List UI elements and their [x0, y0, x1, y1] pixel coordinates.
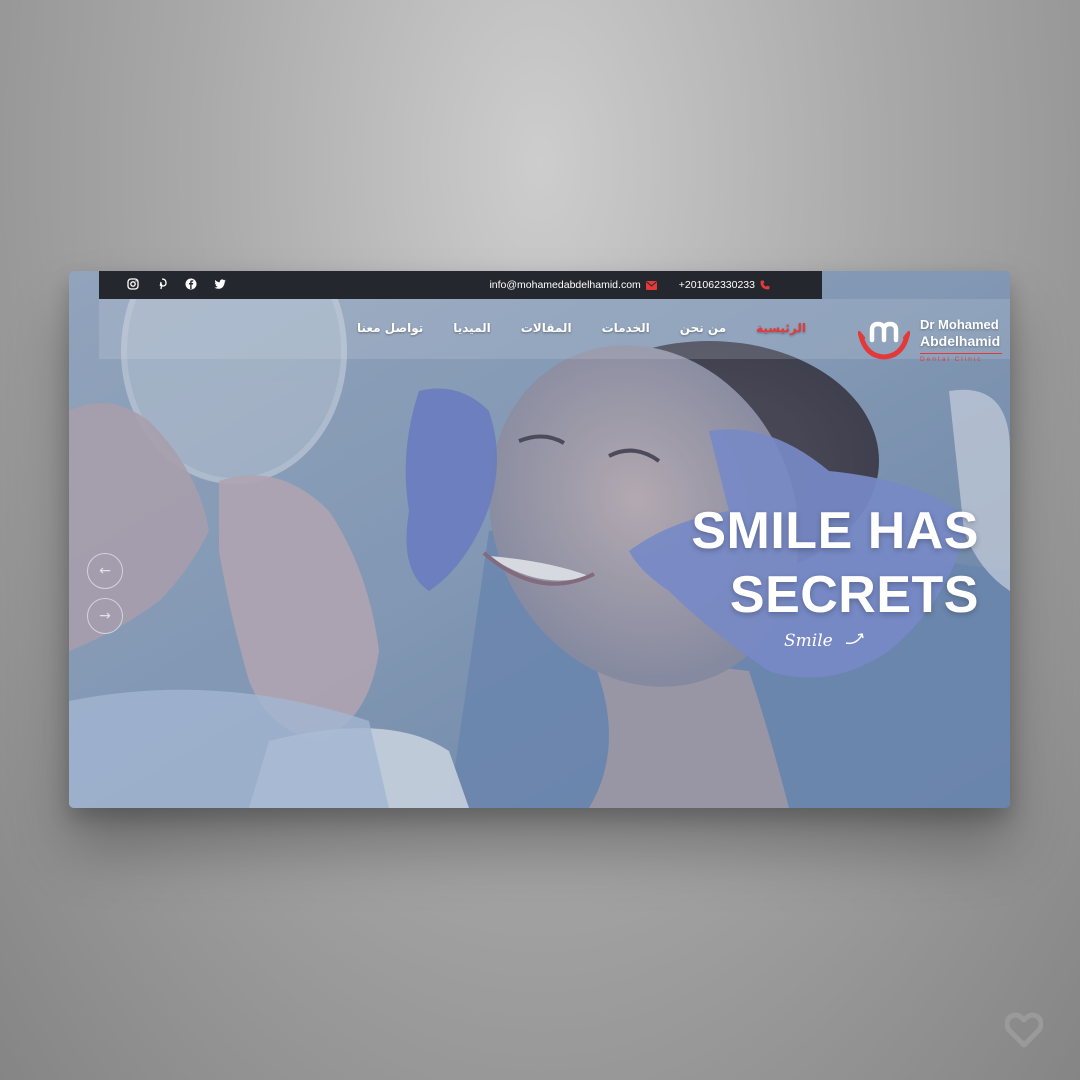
email-text[interactable]: info@mohamedabdelhamid.com [489, 279, 640, 291]
logo-name-line1: Dr Mohamed [920, 317, 999, 332]
twitter-icon[interactable] [214, 278, 228, 292]
slider-next-button[interactable]: → [87, 598, 123, 634]
heart-watermark-icon [1005, 1012, 1043, 1048]
phone-contact[interactable]: +201062330233 [679, 279, 770, 291]
clinic-logo[interactable]: Dr Mohamed Abdelhamid Dental Clinic [858, 316, 1008, 366]
contact-info: info@mohamedabdelhamid.com +201062330233 [489, 279, 770, 291]
hero-headline: SMILE HAS SECRETS [691, 499, 979, 627]
social-links [127, 278, 228, 292]
phone-icon [760, 280, 770, 290]
nav-menu: تواصل معنا الميديا المقالات الخدمات من ن… [357, 321, 806, 335]
nav-item-media[interactable]: الميديا [453, 321, 491, 335]
logo-name-line2: Abdelhamid [920, 333, 1001, 349]
facebook-icon[interactable] [185, 278, 199, 292]
hero-script-text: Smile [784, 631, 833, 651]
nav-item-articles[interactable]: المقالات [521, 321, 572, 335]
phone-text[interactable]: +201062330233 [679, 279, 755, 291]
logo-tagline: Dental Clinic [920, 353, 1002, 363]
instagram-icon[interactable] [127, 278, 141, 292]
pinterest-icon[interactable] [156, 278, 170, 292]
top-contact-bar: info@mohamedabdelhamid.com +201062330233 [99, 271, 822, 299]
nav-item-home[interactable]: الرئيسية [756, 321, 806, 335]
email-contact[interactable]: info@mohamedabdelhamid.com [489, 279, 657, 291]
smile-logo-icon [858, 321, 910, 360]
website-preview-card: info@mohamedabdelhamid.com +201062330233… [69, 271, 1010, 808]
arrow-left-icon: ← [99, 563, 111, 579]
headline-line2: SECRETS [729, 566, 979, 624]
slider-prev-button[interactable]: ← [87, 553, 123, 589]
arrow-right-icon: → [99, 608, 111, 624]
nav-item-about[interactable]: من نحن [680, 321, 726, 335]
curved-arrow-icon [845, 633, 864, 645]
nav-item-contact[interactable]: تواصل معنا [357, 321, 423, 335]
nav-item-services[interactable]: الخدمات [602, 321, 650, 335]
main-navigation: تواصل معنا الميديا المقالات الخدمات من ن… [99, 299, 1010, 363]
headline-line1: SMILE HAS [691, 502, 979, 560]
envelope-icon [645, 280, 657, 290]
